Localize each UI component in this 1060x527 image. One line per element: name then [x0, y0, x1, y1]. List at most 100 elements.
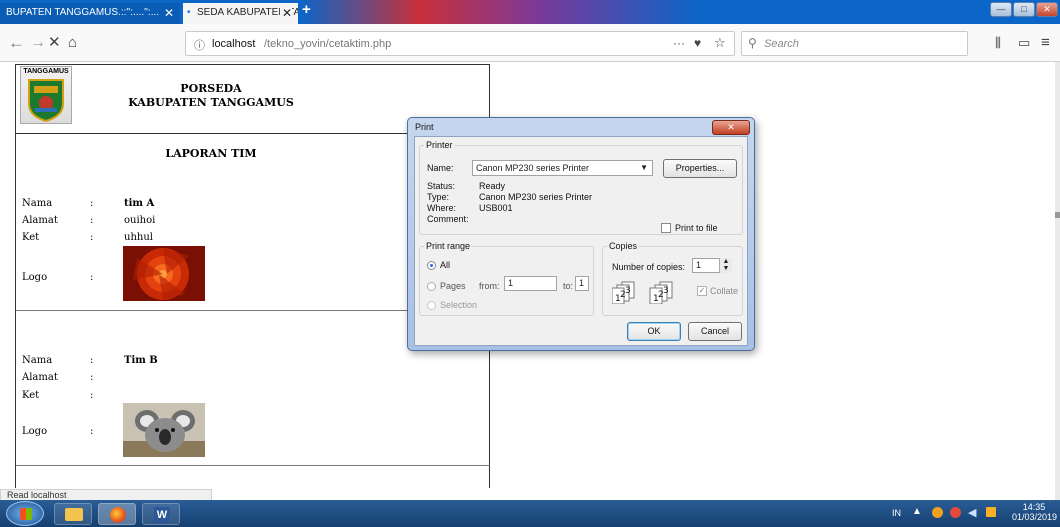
printer-group-title: Printer: [424, 140, 455, 150]
library-icon[interactable]: ⫼: [995, 24, 1001, 62]
tab-bupaten[interactable]: BUPATEN TANGGAMUS.::'':....'':... ✕: [0, 3, 180, 24]
label-sep: :: [90, 390, 94, 401]
search-placeholder: Search: [764, 38, 799, 50]
spinner-icon[interactable]: ▲ ▼: [719, 258, 732, 273]
from-input[interactable]: 1: [504, 276, 557, 291]
print-to-file-checkbox[interactable]: [661, 223, 671, 233]
bookmark-star-icon[interactable]: ☆: [714, 35, 726, 51]
team-logo-koala: [123, 403, 205, 457]
clock[interactable]: 14:35 01/03/2019: [1012, 502, 1058, 522]
range-selection-label: Selection: [440, 300, 478, 310]
word-taskbar-icon[interactable]: W: [142, 503, 180, 525]
clock-time: 14:35: [1022, 502, 1046, 512]
type-value: Canon MP230 series Printer: [479, 192, 593, 202]
team-divider: [16, 465, 490, 466]
label-ket: Ket: [22, 390, 40, 401]
name-label: Name:: [427, 163, 454, 173]
dialog-close-icon[interactable]: ✕: [712, 120, 750, 135]
range-pages-label: Pages: [440, 281, 466, 291]
search-icon: ⚲: [748, 36, 757, 50]
tab-label: BUPATEN TANGGAMUS.::'':....'':...: [6, 7, 160, 18]
close-icon[interactable]: ✕: [279, 3, 292, 23]
range-selection-radio[interactable]: [427, 301, 436, 310]
explorer-taskbar-icon[interactable]: [54, 503, 92, 525]
new-tab-icon[interactable]: +: [302, 1, 311, 18]
label-sep: :: [90, 272, 94, 283]
url-path: /tekno_yovin/cetaktim.php: [264, 38, 392, 50]
svg-text:3: 3: [663, 286, 669, 296]
window-title-decoration: [300, 0, 700, 24]
tray-flag-icon[interactable]: [986, 507, 996, 517]
cancel-button[interactable]: Cancel: [688, 322, 742, 341]
volume-icon[interactable]: ◀: [968, 506, 976, 519]
tanggamus-logo: TANGGAMUS: [20, 66, 72, 124]
tab-seda[interactable]: • SEDA KABUPATEN TANGGAMU ✕: [183, 3, 298, 24]
firefox-taskbar-icon[interactable]: [98, 503, 136, 525]
svg-text:3: 3: [625, 286, 631, 296]
status-value: Ready: [479, 181, 506, 191]
printer-select[interactable]: Canon MP230 series Printer ▼: [472, 160, 653, 176]
label-alamat: Alamat: [22, 215, 58, 226]
start-button[interactable]: [6, 501, 44, 526]
tray-app-icon[interactable]: [932, 507, 943, 518]
label-ket: Ket: [22, 232, 40, 243]
label-sep: :: [90, 198, 94, 209]
print-to-file-label: Print to file: [675, 223, 718, 233]
ok-button[interactable]: OK: [627, 322, 681, 341]
label-logo: Logo: [22, 272, 48, 283]
stop-icon[interactable]: ✕: [48, 24, 61, 62]
home-icon[interactable]: ⌂: [68, 24, 77, 62]
range-all-radio[interactable]: [427, 261, 436, 270]
range-all-label: All: [440, 260, 451, 270]
maximize-icon[interactable]: □: [1013, 2, 1035, 17]
label-sep: :: [90, 372, 94, 383]
window-close-icon[interactable]: ✕: [1036, 2, 1058, 17]
collate-checkbox[interactable]: ✓: [697, 286, 707, 296]
windows-taskbar: W IN ▲ ◀ 14:35 01/03/2019: [0, 500, 1060, 527]
report-title-line1: PORSEDA: [180, 82, 242, 95]
team-address: ouihoi: [124, 215, 156, 226]
print-dialog: Print ✕ Printer Name: Canon MP230 series…: [407, 117, 755, 351]
menu-icon[interactable]: ≡: [1041, 24, 1050, 62]
range-pages-radio[interactable]: [427, 282, 436, 291]
collate-preview-icon: 123 123: [612, 281, 673, 304]
pocket-icon[interactable]: ♥: [694, 36, 701, 50]
sidebar-icon[interactable]: ▭: [1018, 24, 1030, 62]
label-alamat: Alamat: [22, 372, 58, 383]
tab-dot-icon: •: [187, 7, 191, 18]
label-sep: :: [90, 426, 94, 437]
page-actions-icon[interactable]: ···: [673, 36, 685, 50]
search-input[interactable]: ⚲ Search: [741, 31, 968, 56]
info-icon[interactable]: ⓘ: [194, 37, 205, 53]
label-sep: :: [90, 215, 94, 226]
forward-icon[interactable]: →: [30, 24, 46, 62]
dialog-title: Print: [415, 122, 434, 132]
where-value: USB001: [479, 203, 513, 213]
copies-label: Number of copies:: [612, 262, 686, 272]
url-bar[interactable]: ⓘ localhost /tekno_yovin/cetaktim.php ··…: [185, 31, 735, 56]
navigation-toolbar: ← → ✕ ⌂ ⓘ localhost /tekno_yovin/cetakti…: [0, 24, 1060, 62]
close-icon[interactable]: ✕: [164, 3, 174, 23]
tray-chevron-icon[interactable]: ▲: [912, 506, 922, 517]
page-scrollbar[interactable]: [1055, 62, 1060, 500]
language-indicator[interactable]: IN: [892, 508, 901, 518]
where-label: Where:: [427, 203, 457, 213]
back-icon[interactable]: ←: [8, 24, 25, 62]
copies-input[interactable]: 1 ▲ ▼: [692, 258, 732, 273]
label-sep: :: [90, 232, 94, 243]
report-title-line2: KABUPATEN TANGGAMUS: [128, 96, 294, 109]
copies-title: Copies: [607, 241, 640, 251]
label-sep: :: [90, 355, 94, 366]
tray-network-icon[interactable]: [950, 507, 961, 518]
clock-date: 01/03/2019: [1012, 512, 1058, 522]
from-label: from:: [479, 281, 500, 291]
dialog-body: Printer Name: Canon MP230 series Printer…: [414, 136, 748, 346]
minimize-icon[interactable]: —: [990, 2, 1012, 17]
team-notes: uhhul: [124, 232, 153, 243]
section-title: LAPORAN TIM: [165, 147, 257, 160]
team-name: Tim B: [124, 355, 158, 366]
collate-label: Collate: [710, 286, 739, 296]
to-input[interactable]: 1: [575, 276, 589, 291]
properties-button[interactable]: Properties...: [663, 159, 737, 178]
print-range-title: Print range: [424, 241, 473, 251]
